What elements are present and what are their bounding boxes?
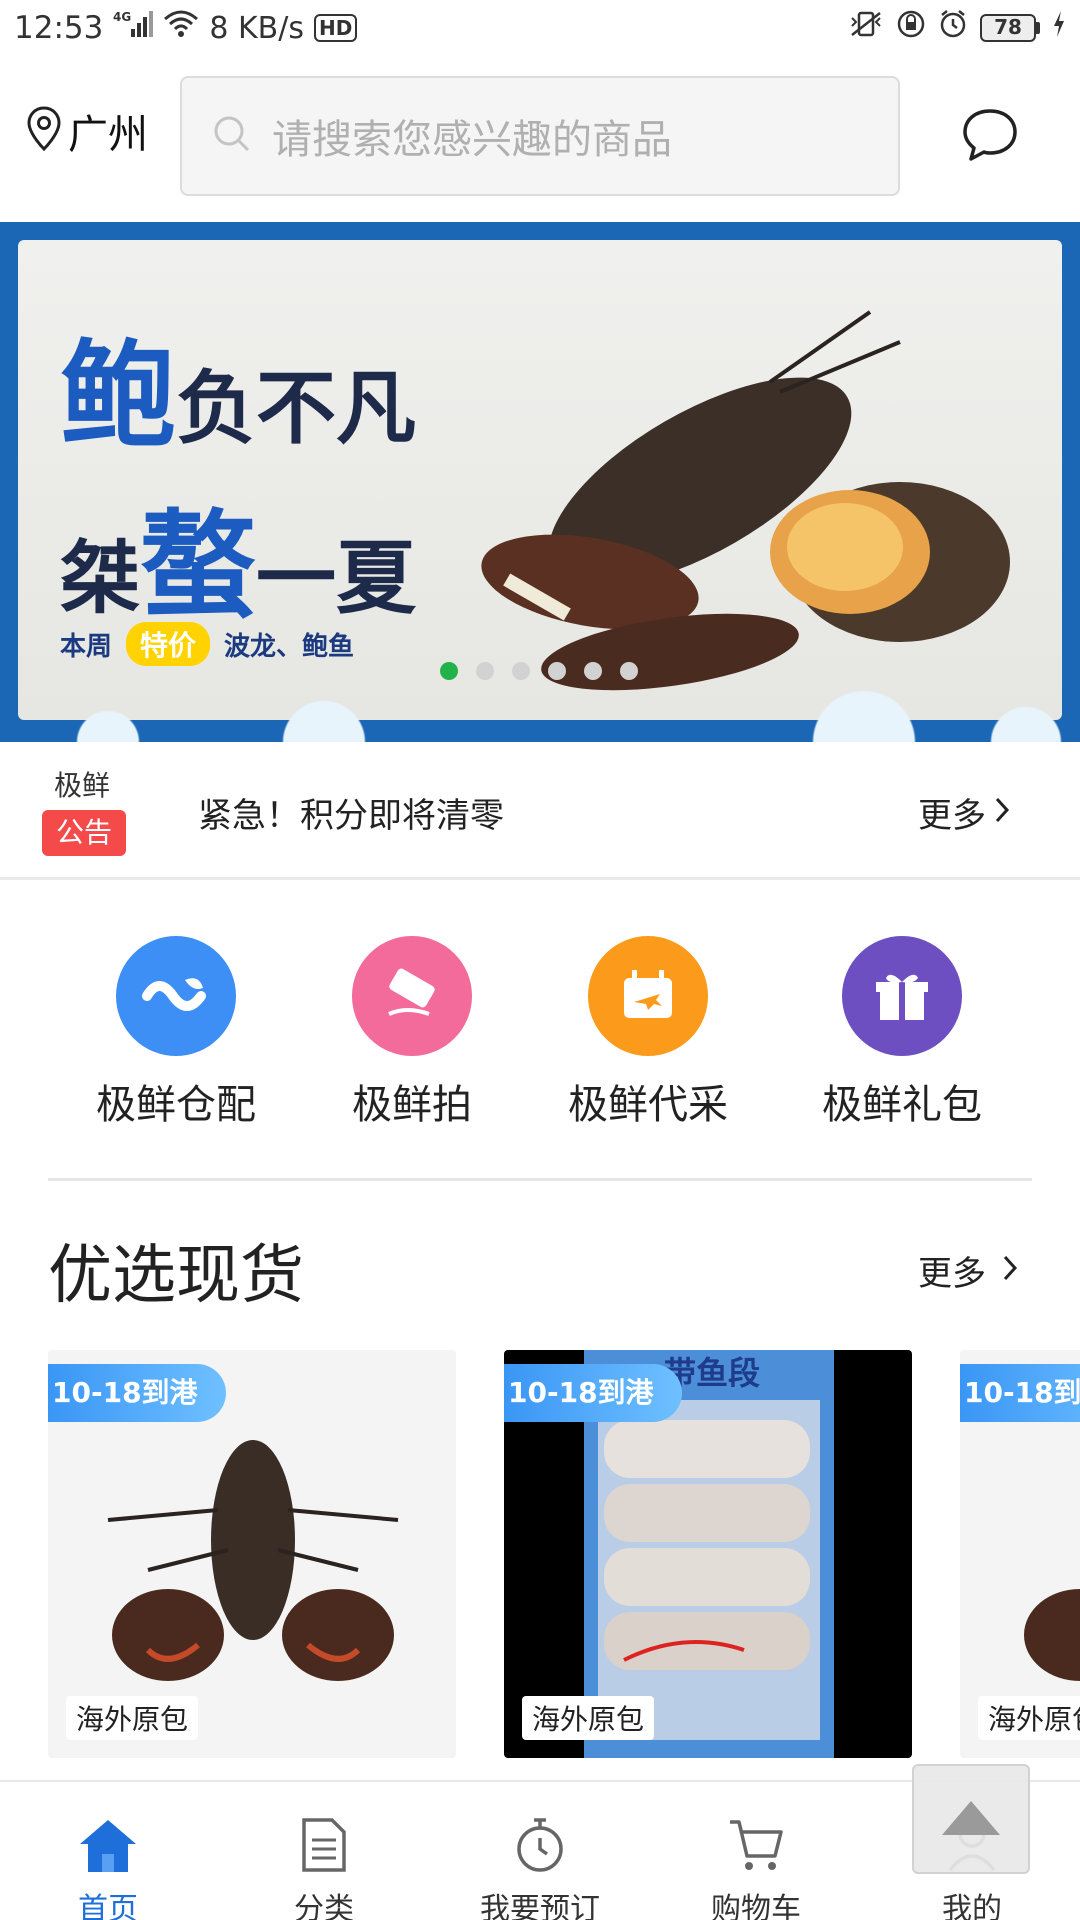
origin-tag: 海外原包 [66, 1696, 199, 1740]
quick-nav-procurement[interactable]: 极鲜代采 [538, 936, 758, 1130]
hd-icon: HD [313, 14, 358, 42]
banner-pagination[interactable] [440, 662, 638, 680]
signal-icon: 4G [113, 9, 154, 47]
banner-headline-1-rest: 负不凡 [176, 361, 416, 455]
chevron-right-icon [994, 793, 1010, 833]
banner-sale-pill: 特价 [126, 622, 211, 666]
battery-level: 78 [980, 14, 1036, 42]
section-divider [48, 1178, 1032, 1181]
cart-icon [727, 1816, 785, 1878]
search-input[interactable]: 请搜索您感兴趣的商品 [180, 76, 900, 196]
home-icon [76, 1816, 140, 1878]
scroll-to-top-button[interactable] [912, 1764, 1030, 1874]
svg-text:4G: 4G [113, 10, 131, 24]
tab-reserve[interactable]: 我要预订 [432, 1782, 648, 1920]
notice-bar[interactable]: 极鲜 公告 紧急！积分即将清零 更多 [0, 744, 1080, 880]
product-carousel[interactable]: 10-18到港 海外原包 带鱼段 10-18到港 海外原包 10-18到 海外原 [0, 1350, 1080, 1760]
location-label: 广州 [68, 112, 148, 158]
banner-dot[interactable] [512, 662, 530, 680]
banner-headline-2-big: 螯 [140, 498, 256, 634]
quick-nav-gift[interactable]: 极鲜礼包 [792, 936, 1012, 1130]
banner-headline-2-rest: 一夏 [256, 531, 416, 625]
product-card[interactable]: 10-18到港 海外原包 [960, 1350, 1080, 1758]
vibrate-icon [848, 9, 884, 47]
notice-more-link[interactable]: 更多 [918, 788, 1010, 837]
tab-label: 购物车 [711, 1892, 801, 1920]
battery-icon: 78 [980, 14, 1040, 42]
banner-dot[interactable] [548, 662, 566, 680]
arrival-badge: 10-18到港 [960, 1364, 1080, 1422]
status-time: 12:53 [14, 10, 104, 46]
banner-subtitle: 本周 特价 波龙、鲍鱼 [60, 622, 354, 666]
product-card[interactable]: 10-18到港 海外原包 [48, 1350, 456, 1758]
network-speed: 8 KB/s [209, 10, 304, 46]
chevron-right-icon [1002, 1251, 1018, 1291]
lobster-abalone-image [470, 282, 1030, 706]
document-icon [300, 1816, 348, 1878]
quick-nav-label: 极鲜礼包 [822, 1082, 982, 1128]
banner-headline-1-big: 鲍 [60, 328, 176, 464]
banner-headline-1: 鲍负不凡 [60, 302, 416, 470]
tab-category[interactable]: 分类 [216, 1782, 432, 1920]
tab-label: 首页 [78, 1892, 138, 1920]
status-bar: 12:53 4G 8 KB/s HD 78 [0, 0, 1080, 56]
origin-tag: 海外原包 [978, 1696, 1080, 1740]
alarm-icon [938, 9, 968, 47]
tab-label: 我的 [942, 1892, 1002, 1920]
tab-cart[interactable]: 购物车 [648, 1782, 864, 1920]
banner-dot[interactable] [620, 662, 638, 680]
search-icon [212, 114, 252, 158]
tab-label: 分类 [294, 1892, 354, 1920]
calendar-plane-icon [588, 936, 708, 1056]
section-more-label: 更多 [918, 1254, 986, 1294]
gift-icon [842, 936, 962, 1056]
notice-brand: 极鲜 [54, 769, 111, 802]
message-bubble-icon[interactable] [960, 106, 1020, 168]
arrival-badge: 10-18到港 [504, 1364, 682, 1422]
promo-banner[interactable]: 鲍负不凡 桀螯一夏 本周 特价 波龙、鲍鱼 [0, 222, 1080, 742]
tab-home[interactable]: 首页 [0, 1782, 216, 1920]
quick-nav: 极鲜仓配 极鲜拍 极鲜代采 极鲜礼包 [0, 936, 1080, 1136]
charging-icon [1052, 9, 1066, 47]
quick-nav-auction[interactable]: 极鲜拍 [302, 936, 522, 1130]
arrow-up-icon [938, 1797, 1004, 1841]
notice-text[interactable]: 紧急！积分即将清零 [198, 788, 504, 837]
origin-tag: 海外原包 [522, 1696, 655, 1740]
location-selector[interactable]: 广州 [26, 102, 148, 160]
auction-icon [352, 936, 472, 1056]
product-card[interactable]: 带鱼段 10-18到港 海外原包 [504, 1350, 912, 1758]
location-pin-icon [26, 105, 62, 157]
banner-dot[interactable] [476, 662, 494, 680]
notice-more-label: 更多 [918, 796, 986, 836]
warehouse-icon [116, 936, 236, 1056]
tab-label: 我要预订 [480, 1892, 600, 1920]
section-title: 优选现货 [48, 1239, 304, 1313]
lobster-image [88, 1420, 418, 1704]
section-more-link[interactable]: 更多 [918, 1246, 1018, 1295]
banner-sub-b: 波龙、鲍鱼 [224, 631, 355, 662]
quick-nav-label: 极鲜拍 [352, 1082, 472, 1128]
search-placeholder: 请搜索您感兴趣的商品 [272, 117, 672, 163]
notice-tag: 公告 [42, 810, 126, 856]
wifi-icon [163, 9, 199, 47]
lock-rotation-icon [896, 9, 926, 47]
quick-nav-label: 极鲜代采 [568, 1082, 728, 1128]
banner-sub-a: 本周 [60, 631, 113, 662]
quick-nav-warehouse[interactable]: 极鲜仓配 [66, 936, 286, 1130]
banner-dot[interactable] [440, 662, 458, 680]
lobster-image [1000, 1420, 1080, 1704]
banner-headline-2-a: 桀 [60, 531, 140, 625]
banner-dot[interactable] [584, 662, 602, 680]
header: 广州 请搜索您感兴趣的商品 [0, 60, 1080, 218]
banner-headline-2: 桀螯一夏 [60, 472, 416, 640]
stopwatch-icon [514, 1816, 566, 1878]
quick-nav-label: 极鲜仓配 [96, 1082, 256, 1128]
arrival-badge: 10-18到港 [48, 1364, 226, 1422]
